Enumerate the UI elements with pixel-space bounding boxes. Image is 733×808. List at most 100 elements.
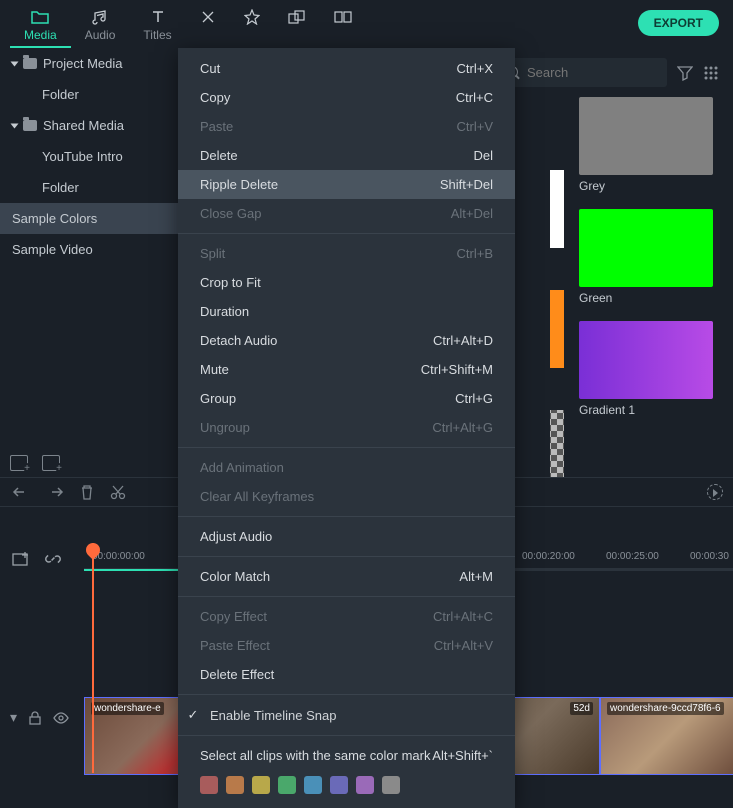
tree-label: Folder [42, 87, 79, 102]
menu-copy-effect: Copy EffectCtrl+Alt+C [178, 602, 515, 631]
track-collapse-icon[interactable]: ▾ [10, 709, 17, 726]
search-input[interactable] [497, 58, 667, 87]
menu-color-match[interactable]: Color MatchAlt+M [178, 562, 515, 591]
tab-titles[interactable]: Titles [129, 6, 185, 46]
menu-select-color[interactable]: Select all clips with the same color mar… [178, 741, 515, 770]
clip-label: wondershare-e [91, 702, 164, 715]
split-icon [334, 8, 352, 26]
thumb-label: Gradient 1 [579, 403, 713, 417]
menu-timeline-snap[interactable]: ✓Enable Timeline Snap [178, 700, 515, 730]
lock-icon[interactable] [29, 711, 41, 725]
filter-icon[interactable] [677, 65, 693, 81]
tab-audio-label: Audio [85, 28, 116, 42]
menu-crop[interactable]: Crop to Fit [178, 268, 515, 297]
folder-icon [23, 120, 37, 131]
ruler-mark: 00:00:30 [690, 551, 729, 562]
tab-audio[interactable]: Audio [71, 6, 130, 46]
ruler-mark: 00:00:20:00 [522, 551, 575, 562]
check-icon: ✓ [186, 707, 200, 723]
color-mark-dot[interactable] [356, 776, 374, 794]
menu-adjust-audio[interactable]: Adjust Audio [178, 522, 515, 551]
menu-separator [178, 447, 515, 448]
menu-separator [178, 233, 515, 234]
menu-add-animation: Add Animation [178, 453, 515, 482]
export-button[interactable]: EXPORT [638, 10, 719, 36]
color-mark-dot[interactable] [278, 776, 296, 794]
menu-group[interactable]: GroupCtrl+G [178, 384, 515, 413]
tab-media[interactable]: Media [10, 6, 71, 48]
thumb-gradient[interactable]: Gradient 1 [579, 321, 713, 417]
thumb-label: Grey [579, 179, 713, 193]
play-circle-icon [707, 484, 723, 500]
menu-close-gap: Close GapAlt+Del [178, 199, 515, 228]
render-button[interactable] [707, 484, 723, 500]
tree-label: Folder [42, 180, 79, 195]
tree-label: Sample Colors [12, 211, 97, 226]
color-mark-dot[interactable] [200, 776, 218, 794]
search-wrap [497, 58, 667, 87]
new-bin-icon[interactable] [42, 455, 60, 471]
color-mark-dot[interactable] [252, 776, 270, 794]
menu-delete-effect[interactable]: Delete Effect [178, 660, 515, 689]
menu-paste: PasteCtrl+V [178, 112, 515, 141]
clip[interactable]: wondershare-9ccd78f6-6 [600, 697, 733, 775]
menu-copy[interactable]: CopyCtrl+C [178, 83, 515, 112]
thumb-edge [550, 170, 564, 248]
folder-icon [31, 8, 49, 26]
add-track-icon[interactable] [12, 551, 30, 567]
undo-icon[interactable] [12, 485, 30, 499]
menu-separator [178, 516, 515, 517]
tree-label: Project Media [43, 56, 122, 71]
color-mark-row [178, 770, 515, 802]
shapes-icon [288, 8, 306, 26]
color-mark-dot[interactable] [382, 776, 400, 794]
menu-separator [178, 694, 515, 695]
swatch [579, 209, 713, 287]
music-icon [92, 8, 108, 26]
ruler-mark: 00:00:25:00 [606, 551, 659, 562]
tab-effects[interactable] [230, 6, 274, 32]
menu-separator [178, 556, 515, 557]
folder-icon [23, 58, 37, 69]
star-icon [244, 8, 260, 26]
tree-label: YouTube Intro [42, 149, 123, 164]
thumb-edge [550, 290, 564, 368]
text-icon [151, 8, 165, 26]
tree-label: Sample Video [12, 242, 93, 257]
top-tabs: Media Audio Titles EXPORT [0, 0, 733, 48]
eye-icon[interactable] [53, 712, 69, 724]
color-mark-dot[interactable] [226, 776, 244, 794]
timeline-left: ▾ [0, 507, 84, 784]
menu-clear-keyframes: Clear All Keyframes [178, 482, 515, 511]
cut-icon[interactable] [110, 484, 126, 500]
tab-elements[interactable] [274, 6, 320, 32]
menu-cut[interactable]: CutCtrl+X [178, 54, 515, 83]
tab-transitions[interactable] [186, 6, 230, 32]
menu-ripple-delete[interactable]: Ripple DeleteShift+Del [178, 170, 515, 199]
thumb-green[interactable]: Green [579, 209, 713, 305]
color-mark-dot[interactable] [304, 776, 322, 794]
media-footer [10, 455, 60, 471]
grid-icon[interactable] [703, 65, 719, 81]
color-mark-dot[interactable] [330, 776, 348, 794]
menu-separator [178, 735, 515, 736]
menu-duration[interactable]: Duration [178, 297, 515, 326]
menu-detach-audio[interactable]: Detach AudioCtrl+Alt+D [178, 326, 515, 355]
transition-icon [200, 8, 216, 26]
ruler-mark: 00:00:00:00 [92, 551, 145, 562]
delete-icon[interactable] [80, 484, 94, 500]
menu-delete[interactable]: DeleteDel [178, 141, 515, 170]
chevron-down-icon [11, 61, 19, 66]
menu-mute[interactable]: MuteCtrl+Shift+M [178, 355, 515, 384]
redo-icon[interactable] [46, 485, 64, 499]
new-folder-icon[interactable] [10, 455, 28, 471]
tree-label: Shared Media [43, 118, 124, 133]
playhead[interactable] [92, 543, 94, 773]
thumb-grey[interactable]: Grey [579, 97, 713, 193]
menu-separator [178, 596, 515, 597]
tab-split[interactable] [320, 6, 366, 32]
menu-split: SplitCtrl+B [178, 239, 515, 268]
swatch [579, 321, 713, 399]
track-controls: ▾ [10, 709, 69, 726]
link-icon[interactable] [44, 551, 62, 567]
